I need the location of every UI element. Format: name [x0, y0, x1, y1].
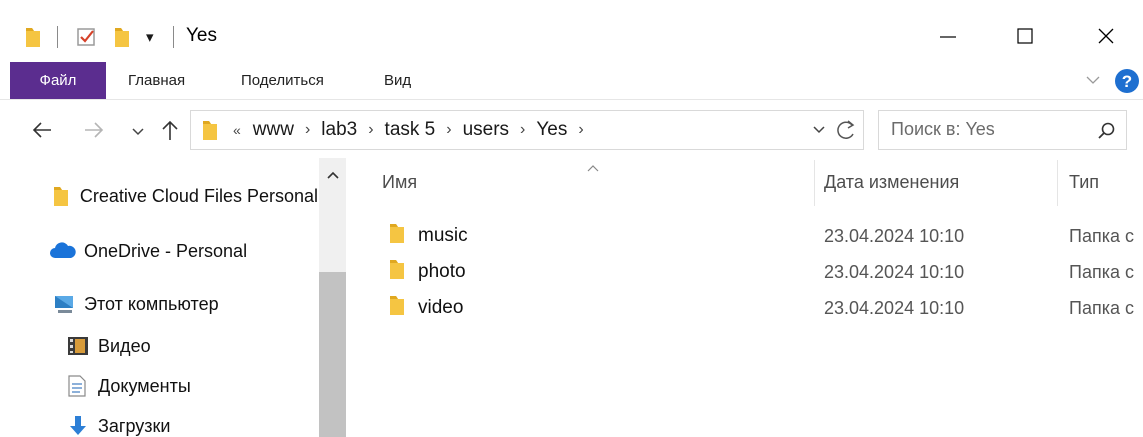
- nav-item-label: Загрузки: [98, 415, 171, 436]
- breadcrumb-separator-icon[interactable]: ›: [298, 121, 317, 139]
- sort-ascending-icon: [586, 160, 600, 178]
- nav-item-video[interactable]: Видео: [66, 331, 318, 361]
- video-icon: [66, 334, 98, 358]
- recent-locations-button[interactable]: [126, 120, 150, 144]
- forward-button[interactable]: [82, 118, 106, 142]
- breadcrumb-separator-icon[interactable]: ›: [571, 121, 590, 139]
- file-name[interactable]: video: [418, 297, 463, 319]
- scroll-up-icon[interactable]: [326, 168, 340, 186]
- nav-item-documents[interactable]: Документы: [66, 371, 318, 401]
- tab-home[interactable]: Главная: [128, 62, 185, 99]
- nav-item-label: Этот компьютер: [84, 293, 219, 314]
- file-type: Папка с: [1069, 262, 1134, 282]
- column-divider[interactable]: [1057, 160, 1058, 206]
- tab-file[interactable]: Файл: [10, 62, 106, 99]
- column-header-date[interactable]: Дата изменения: [824, 172, 959, 193]
- back-arrow-icon: [32, 122, 51, 138]
- file-date: 23.04.2024 10:10: [824, 226, 965, 246]
- chevron-down-icon: [132, 128, 144, 136]
- search-box[interactable]: [878, 110, 1127, 150]
- breadcrumb-separator-icon[interactable]: ›: [361, 121, 380, 139]
- refresh-icon[interactable]: [835, 118, 857, 147]
- folder-icon: [388, 221, 406, 250]
- documents-icon: [66, 374, 98, 398]
- toolbar-separator: [57, 26, 58, 48]
- maximize-icon: [1017, 28, 1033, 44]
- file-type: Папка с: [1069, 298, 1134, 318]
- back-button[interactable]: [30, 118, 54, 142]
- folder-icon: [388, 257, 406, 286]
- ribbon-expand-chevron-icon[interactable]: [1084, 71, 1102, 94]
- file-name[interactable]: photo: [418, 261, 466, 283]
- breadcrumb-task5[interactable]: task 5: [381, 119, 440, 141]
- tab-share[interactable]: Поделиться: [241, 62, 324, 99]
- window-title: Yes: [186, 25, 217, 46]
- folder-icon: [24, 24, 42, 50]
- close-icon: [1098, 28, 1114, 44]
- maximize-button[interactable]: [995, 14, 1055, 58]
- address-dropdown-icon[interactable]: [811, 122, 827, 143]
- ribbon: Файл Главная Поделиться Вид ?: [0, 62, 1143, 100]
- svg-text:?: ?: [1122, 72, 1132, 91]
- breadcrumb-www[interactable]: www: [249, 119, 298, 141]
- folder-icon: [388, 293, 406, 322]
- nav-item-this-pc[interactable]: Этот компьютер: [52, 289, 318, 319]
- new-folder-icon[interactable]: [113, 24, 131, 50]
- table-row[interactable]: [346, 290, 1143, 324]
- column-divider[interactable]: [814, 160, 815, 206]
- nav-item-label: Видео: [98, 335, 151, 356]
- nav-item-label: Creative Cloud Files Personal: [79, 185, 318, 206]
- quick-access-dropdown[interactable]: ▾: [146, 24, 154, 50]
- nav-scrollbar-thumb[interactable]: [319, 272, 346, 437]
- file-name[interactable]: music: [418, 225, 468, 247]
- nav-item-downloads[interactable]: Загрузки: [66, 411, 318, 437]
- toolbar-separator: [173, 26, 174, 48]
- minimize-button[interactable]: [918, 14, 978, 58]
- tab-view[interactable]: Вид: [384, 62, 411, 99]
- breadcrumb-overflow[interactable]: «: [233, 122, 249, 138]
- help-icon[interactable]: ?: [1114, 68, 1140, 99]
- properties-checkbox-icon[interactable]: [76, 24, 98, 50]
- nav-item-onedrive[interactable]: OneDrive - Personal: [48, 236, 318, 266]
- file-type: Папка с: [1069, 226, 1134, 246]
- breadcrumb-separator-icon[interactable]: ›: [439, 121, 458, 139]
- up-arrow-icon: [162, 120, 178, 140]
- nav-item-label: OneDrive - Personal: [84, 240, 248, 261]
- up-button[interactable]: [158, 118, 182, 142]
- breadcrumb-users[interactable]: users: [459, 119, 513, 141]
- file-date: 23.04.2024 10:10: [824, 262, 965, 282]
- nav-item-creative-cloud[interactable]: Creative Cloud Files Personal: [52, 181, 318, 211]
- search-input[interactable]: [891, 119, 1081, 140]
- download-icon: [66, 414, 98, 437]
- close-button[interactable]: [1076, 14, 1136, 58]
- breadcrumb-yes[interactable]: Yes: [532, 119, 571, 141]
- breadcrumb-lab3[interactable]: lab3: [317, 119, 361, 141]
- forward-arrow-icon: [85, 122, 104, 138]
- folder-icon: [52, 184, 80, 208]
- search-icon[interactable]: [1097, 121, 1117, 146]
- table-row[interactable]: [346, 254, 1143, 288]
- column-header-type[interactable]: Тип: [1069, 172, 1099, 193]
- column-header-name[interactable]: Имя: [382, 172, 417, 193]
- breadcrumb-separator-icon[interactable]: ›: [513, 121, 532, 139]
- file-date: 23.04.2024 10:10: [824, 298, 965, 318]
- folder-icon: [201, 118, 219, 147]
- nav-item-label: Документы: [98, 375, 191, 396]
- computer-icon: [52, 293, 84, 315]
- address-bar[interactable]: « www › lab3 › task 5 › users › Yes ›: [190, 110, 864, 150]
- minimize-icon: [940, 36, 956, 38]
- cloud-icon: [48, 241, 84, 261]
